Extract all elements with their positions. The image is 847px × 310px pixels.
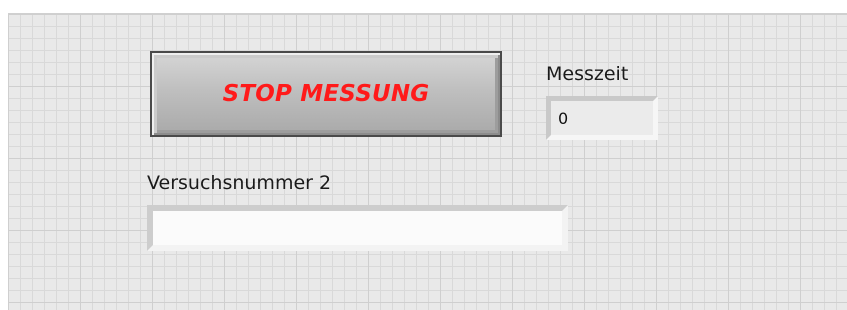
stop-messung-button[interactable]: STOP MESSUNG bbox=[150, 51, 502, 137]
stop-messung-label: STOP MESSUNG bbox=[222, 81, 430, 107]
messzeit-indicator: 0 bbox=[546, 96, 658, 140]
messzeit-label: Messzeit bbox=[546, 63, 629, 85]
versuchsnummer-label: Versuchsnummer 2 bbox=[147, 172, 332, 194]
messzeit-value: 0 bbox=[558, 108, 569, 128]
versuchsnummer-field[interactable] bbox=[147, 205, 568, 251]
